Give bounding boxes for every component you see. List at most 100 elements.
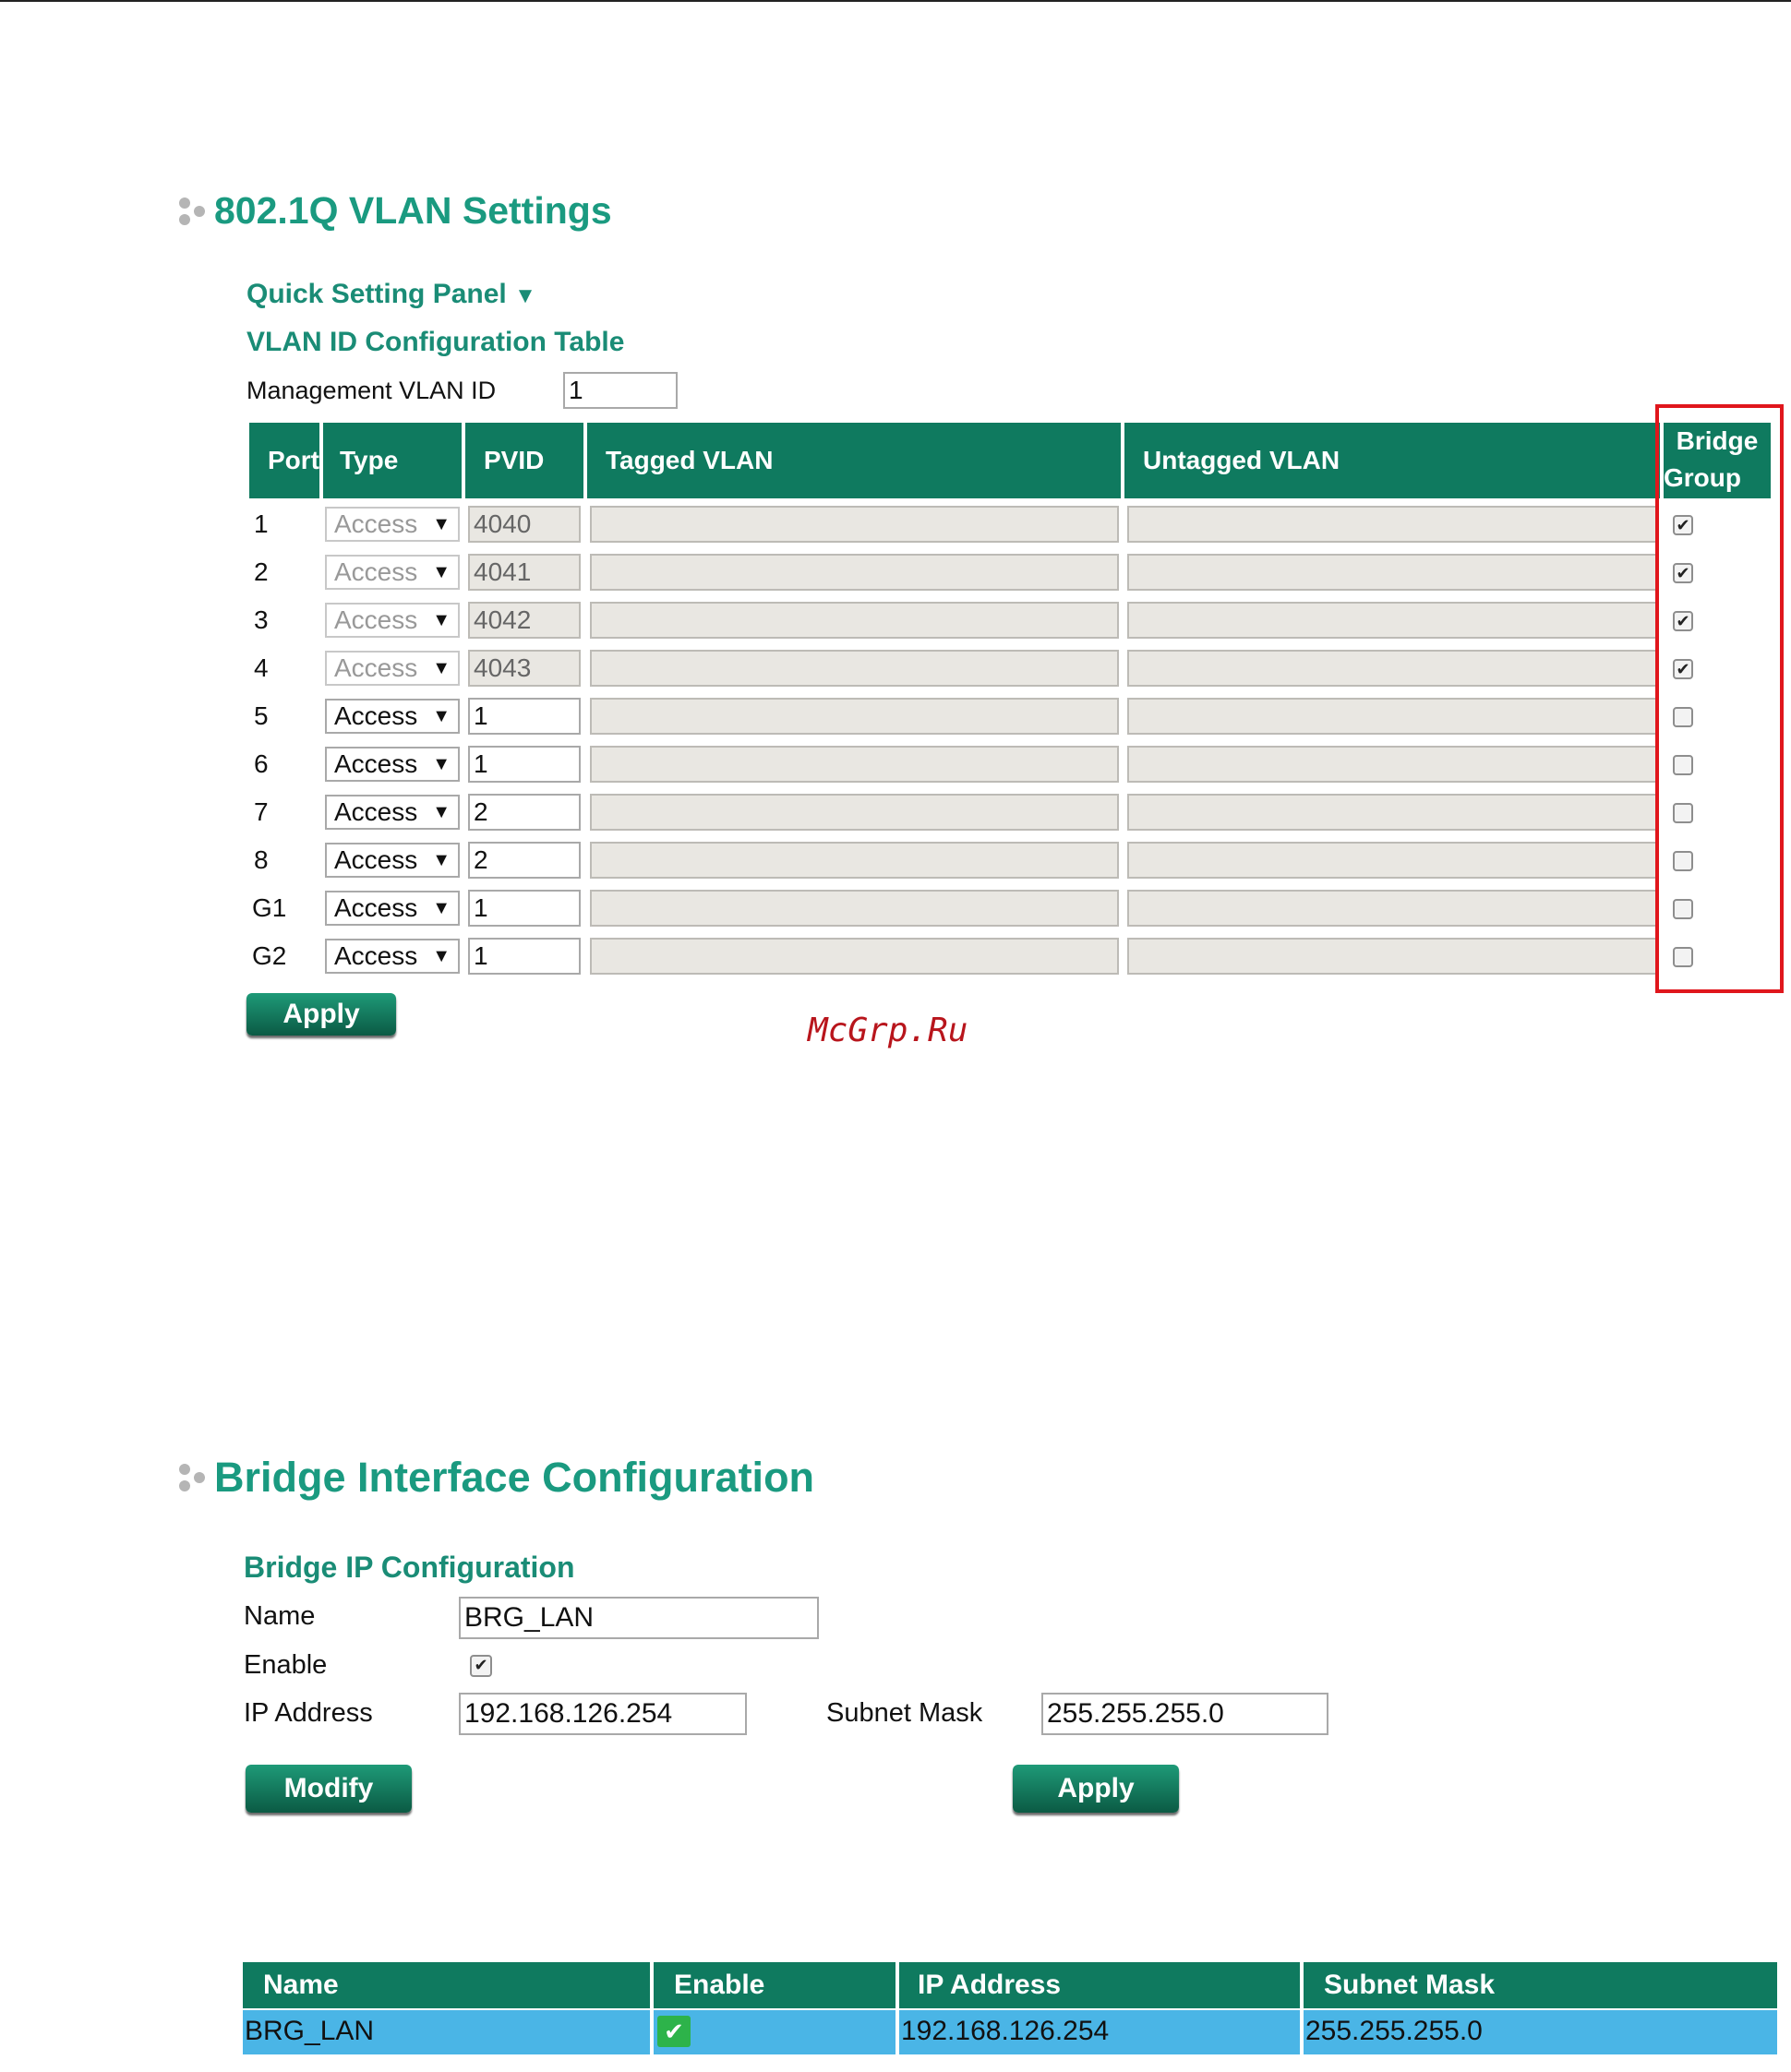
- port-label: 8: [254, 845, 269, 874]
- untagged-vlan-input[interactable]: [1127, 698, 1659, 735]
- triangle-down-icon: ▼: [514, 283, 536, 308]
- port-label: G2: [252, 941, 287, 970]
- untagged-vlan-input[interactable]: [1127, 650, 1659, 687]
- port-label: 7: [254, 797, 269, 826]
- type-select-value: Access: [334, 941, 418, 970]
- pvid-input[interactable]: 1: [468, 698, 581, 735]
- type-select-value: Access: [334, 701, 418, 730]
- pvid-input[interactable]: 4042: [468, 602, 581, 639]
- type-select-value: Access: [334, 893, 418, 922]
- vlan-section-title: 802.1Q VLAN Settings: [175, 189, 612, 233]
- tagged-vlan-input[interactable]: [590, 938, 1119, 975]
- tagged-vlan-input[interactable]: [590, 506, 1119, 543]
- tagged-vlan-input[interactable]: [590, 650, 1119, 687]
- type-select-value: Access: [334, 557, 418, 586]
- mgmt-vlan-label: Management VLAN ID: [246, 377, 497, 404]
- type-select[interactable]: Access ▼: [325, 507, 460, 542]
- bridge-ip-input[interactable]: 192.168.126.254: [459, 1693, 747, 1735]
- dropdown-arrow-icon: ▼: [432, 610, 451, 630]
- dropdown-arrow-icon: ▼: [432, 898, 451, 918]
- type-select[interactable]: Access ▼: [325, 939, 460, 974]
- top-border: [0, 0, 1791, 2]
- untagged-vlan-input[interactable]: [1127, 938, 1659, 975]
- port-label: 5: [254, 701, 269, 730]
- type-select-value: Access: [334, 653, 418, 682]
- bridge-name-input[interactable]: BRG_LAN: [459, 1597, 819, 1639]
- type-select-value: Access: [334, 749, 418, 778]
- pvid-input[interactable]: 1: [468, 746, 581, 783]
- untagged-vlan-input[interactable]: [1127, 506, 1659, 543]
- type-select[interactable]: Access ▼: [325, 699, 460, 734]
- untagged-vlan-input[interactable]: [1127, 890, 1659, 927]
- untagged-vlan-input[interactable]: [1127, 554, 1659, 591]
- pvid-input[interactable]: 1: [468, 890, 581, 927]
- pvid-input[interactable]: 4040: [468, 506, 581, 543]
- dropdown-arrow-icon: ▼: [432, 658, 451, 678]
- tagged-vlan-input[interactable]: [590, 602, 1119, 639]
- port-label: 1: [254, 509, 269, 538]
- bridge-apply-button[interactable]: Apply: [1013, 1765, 1179, 1813]
- type-select[interactable]: Access ▼: [325, 891, 460, 926]
- bridge-enable-checkbox[interactable]: ✔: [470, 1655, 492, 1677]
- col-header-port: Port: [249, 423, 319, 498]
- bridge-section-title-text: Bridge Interface Configuration: [214, 1454, 815, 1501]
- pvid-input[interactable]: 4043: [468, 650, 581, 687]
- untagged-vlan-input[interactable]: [1127, 746, 1659, 783]
- type-select[interactable]: Access ▼: [325, 795, 460, 830]
- mgmt-vlan-input[interactable]: 1: [563, 372, 678, 409]
- tagged-vlan-input[interactable]: [590, 554, 1119, 591]
- dropdown-arrow-icon: ▼: [432, 754, 451, 774]
- port-label: 6: [254, 749, 269, 778]
- pvid-input[interactable]: 2: [468, 842, 581, 879]
- col-header-tagged-vlan: Tagged VLAN: [587, 423, 1121, 498]
- pvid-input[interactable]: 4041: [468, 554, 581, 591]
- bridge-col-header-mask: Subnet Mask: [1304, 1962, 1777, 2008]
- type-select[interactable]: Access ▼: [325, 747, 460, 782]
- vlan-apply-button[interactable]: Apply: [246, 993, 396, 1036]
- type-select-value: Access: [334, 509, 418, 538]
- bridge-mask-input[interactable]: 255.255.255.0: [1041, 1693, 1328, 1735]
- dropdown-arrow-icon: ▼: [432, 802, 451, 822]
- bridge-name-label: Name: [244, 1601, 316, 1631]
- col-header-type: Type: [323, 423, 462, 498]
- type-select[interactable]: Access ▼: [325, 603, 460, 638]
- vlan-section-title-text: 802.1Q VLAN Settings: [214, 189, 612, 232]
- dropdown-arrow-icon: ▼: [432, 946, 451, 966]
- type-select[interactable]: Access ▼: [325, 843, 460, 878]
- dropdown-arrow-icon: ▼: [432, 514, 451, 534]
- dropdown-arrow-icon: ▼: [432, 850, 451, 870]
- bridge-row-mask: 255.255.255.0: [1304, 2010, 1777, 2054]
- type-select[interactable]: Access ▼: [325, 555, 460, 590]
- tagged-vlan-input[interactable]: [590, 698, 1119, 735]
- watermark-text: McGrp.Ru: [808, 1012, 968, 1049]
- type-select-value: Access: [334, 845, 418, 874]
- tagged-vlan-input[interactable]: [590, 746, 1119, 783]
- quick-setting-panel-toggle[interactable]: Quick Setting Panel ▼: [246, 279, 536, 310]
- type-select[interactable]: Access ▼: [325, 651, 460, 686]
- tagged-vlan-input[interactable]: [590, 794, 1119, 831]
- untagged-vlan-input[interactable]: [1127, 794, 1659, 831]
- bridge-row-name: BRG_LAN: [243, 2010, 650, 2054]
- untagged-vlan-input[interactable]: [1127, 602, 1659, 639]
- type-select-value: Access: [334, 605, 418, 634]
- check-icon: ✔: [657, 2016, 691, 2047]
- untagged-vlan-input[interactable]: [1127, 842, 1659, 879]
- port-label: 4: [254, 653, 269, 682]
- port-label: G1: [252, 893, 287, 922]
- bridge-ip-label: IP Address: [244, 1698, 373, 1728]
- tagged-vlan-input[interactable]: [590, 890, 1119, 927]
- bridge-section-title: Bridge Interface Configuration: [175, 1454, 814, 1502]
- dropdown-arrow-icon: ▼: [432, 562, 451, 582]
- bridge-row-ip: 192.168.126.254: [899, 2010, 1300, 2054]
- bridge-group-highlight-box: [1655, 404, 1784, 993]
- type-select-value: Access: [334, 797, 418, 826]
- tagged-vlan-input[interactable]: [590, 842, 1119, 879]
- col-header-untagged-vlan: Untagged VLAN: [1124, 423, 1660, 498]
- port-label: 3: [254, 605, 269, 634]
- pvid-input[interactable]: 2: [468, 794, 581, 831]
- dropdown-arrow-icon: ▼: [432, 706, 451, 726]
- bridge-mask-label: Subnet Mask: [826, 1698, 983, 1728]
- quick-setting-panel-label: Quick Setting Panel: [246, 279, 507, 309]
- bridge-modify-button[interactable]: Modify: [246, 1765, 412, 1813]
- pvid-input[interactable]: 1: [468, 938, 581, 975]
